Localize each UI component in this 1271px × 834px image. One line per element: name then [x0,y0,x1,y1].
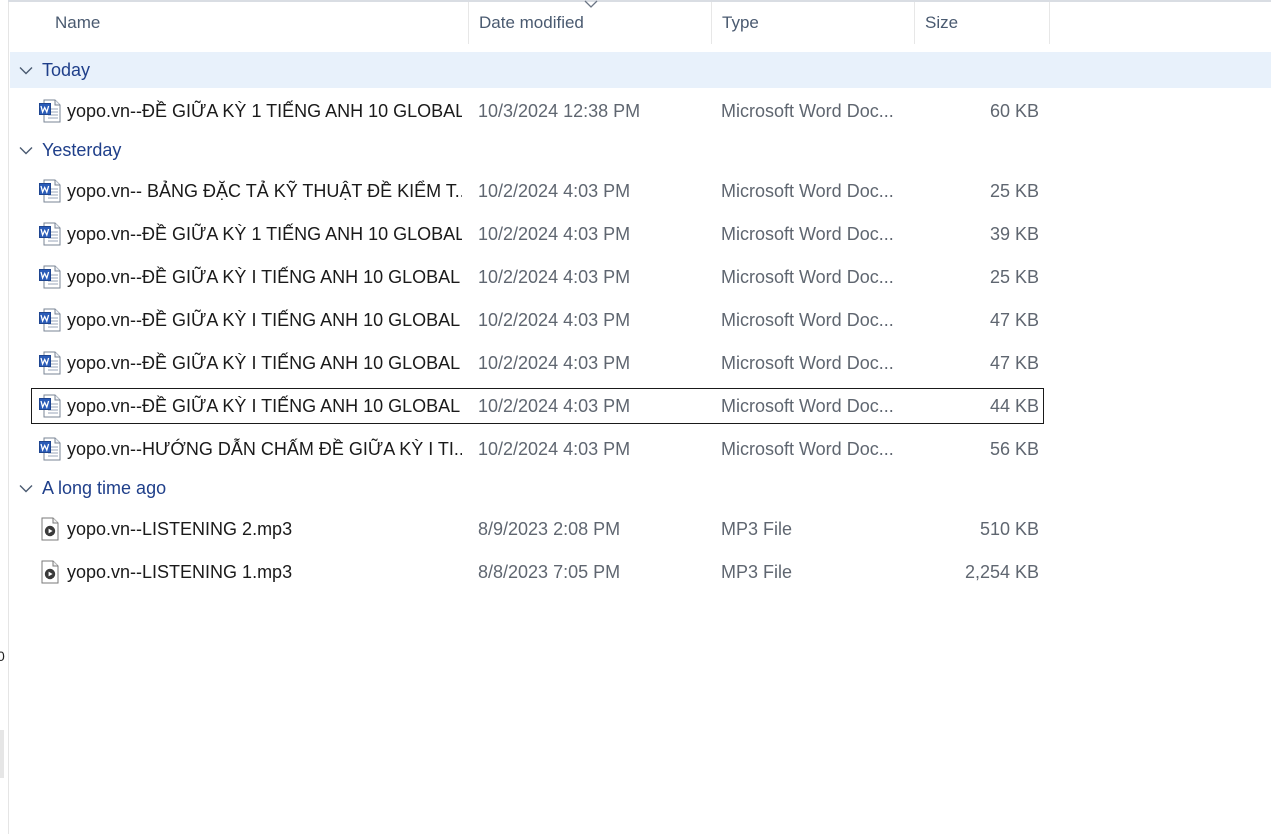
chevron-down-icon[interactable] [18,52,34,88]
file-name: yopo.vn--ĐỀ GIỮA KỲ I TIẾNG ANH 10 GLOBA… [67,267,462,287]
file-size: 60 KB [989,101,1039,121]
file-row[interactable]: yopo.vn--ĐỀ GIỮA KỲ I TIẾNG ANH 10 GLOBA… [31,345,1044,381]
file-size: 39 KB [989,224,1039,244]
file-size: 47 KB [989,310,1039,330]
file-row[interactable]: yopo.vn--ĐỀ GIỮA KỲ I TIẾNG ANH 10 GLOBA… [31,259,1044,295]
column-header-type[interactable]: Type [711,2,914,44]
group-label: Today [42,60,91,80]
file-row[interactable]: yopo.vn--ĐỀ GIỮA KỲ 1 TIẾNG ANH 10 GLOBA… [31,216,1044,252]
file-date-modified: 10/2/2024 4:03 PM [478,267,631,287]
file-name: yopo.vn--ĐỀ GIỮA KỲ 1 TIẾNG ANH 10 GLOBA… [67,101,462,121]
file-size: 25 KB [989,181,1039,201]
word-doc-icon [38,94,62,128]
file-row[interactable]: yopo.vn--ĐỀ GIỮA KỲ I TIẾNG ANH 10 GLOBA… [31,388,1044,424]
group-label: A long time ago [42,478,167,498]
file-date-modified: 10/3/2024 12:38 PM [478,101,641,121]
file-type: Microsoft Word Doc... [721,224,894,244]
group-header[interactable]: A long time ago [10,470,1271,506]
file-type: Microsoft Word Doc... [721,267,894,287]
file-date-modified: 10/2/2024 4:03 PM [478,181,631,201]
word-doc-icon [38,217,62,251]
word-doc-icon [38,303,62,337]
file-type: Microsoft Word Doc... [721,439,894,459]
file-row[interactable]: yopo.vn-- BẢNG ĐẶC TẢ KỸ THUẬT ĐỀ KIỂM T… [31,173,1044,209]
mp3-file-icon [38,555,62,589]
file-type: Microsoft Word Doc... [721,181,894,201]
navigation-pane-edge [0,0,9,834]
file-type: Microsoft Word Doc... [721,396,894,416]
file-row[interactable]: yopo.vn--LISTENING 1.mp3 8/8/2023 7:05 PM… [31,554,1044,590]
file-name: yopo.vn--ĐỀ GIỮA KỲ I TIẾNG ANH 10 GLOBA… [67,353,462,373]
file-date-modified: 8/8/2023 7:05 PM [478,562,621,582]
file-type: Microsoft Word Doc... [721,353,894,373]
file-explorer-details-view: 0 Name Date modified Type Size Today yopo… [0,0,1271,834]
file-name: yopo.vn-- BẢNG ĐẶC TẢ KỸ THUẬT ĐỀ KIỂM T… [67,181,462,201]
file-row[interactable]: yopo.vn--HƯỚNG DẪN CHẤM ĐỀ GIỮA KỲ I TI.… [31,431,1044,467]
file-date-modified: 10/2/2024 4:03 PM [478,310,631,330]
file-size: 25 KB [989,267,1039,287]
group-header[interactable]: Today [10,52,1271,88]
file-date-modified: 10/2/2024 4:03 PM [478,224,631,244]
file-type: MP3 File [721,562,793,582]
file-name: yopo.vn--LISTENING 1.mp3 [67,562,293,582]
file-type: Microsoft Word Doc... [721,310,894,330]
sort-descending-icon[interactable] [584,0,598,10]
file-date-modified: 8/9/2023 2:08 PM [478,519,621,539]
word-doc-icon [38,174,62,208]
mp3-file-icon [38,512,62,546]
navigation-pane-glyph: 0 [0,648,5,664]
file-name: yopo.vn--HƯỚNG DẪN CHẤM ĐỀ GIỮA KỲ I TI.… [67,439,462,459]
file-name: yopo.vn--LISTENING 2.mp3 [67,519,293,539]
file-row[interactable]: yopo.vn--ĐỀ GIỮA KỲ I TIẾNG ANH 10 GLOBA… [31,302,1044,338]
chevron-down-icon[interactable] [18,132,34,168]
file-date-modified: 10/2/2024 4:03 PM [478,353,631,373]
word-doc-icon [38,389,62,423]
file-name: yopo.vn--ĐỀ GIỮA KỲ 1 TIẾNG ANH 10 GLOBA… [67,224,462,244]
file-name: yopo.vn--ĐỀ GIỮA KỲ I TIẾNG ANH 10 GLOBA… [67,396,462,416]
chevron-down-icon[interactable] [18,470,34,506]
file-type: MP3 File [721,519,793,539]
navigation-pane-scrollbar[interactable] [0,730,4,778]
group-label: Yesterday [42,140,122,160]
file-row[interactable]: yopo.vn--ĐỀ GIỮA KỲ 1 TIẾNG ANH 10 GLOBA… [31,93,1044,129]
column-header-name[interactable]: Name [45,2,468,44]
file-date-modified: 10/2/2024 4:03 PM [478,439,631,459]
word-doc-icon [38,432,62,466]
file-size: 56 KB [989,439,1039,459]
column-header-row: Name Date modified Type Size [8,0,1271,44]
file-size: 44 KB [989,396,1039,416]
file-size: 510 KB [979,519,1039,539]
word-doc-icon [38,260,62,294]
column-header-size[interactable]: Size [914,2,1050,44]
file-name: yopo.vn--ĐỀ GIỮA KỲ I TIẾNG ANH 10 GLOBA… [67,310,462,330]
word-doc-icon [38,346,62,380]
file-type: Microsoft Word Doc... [721,101,894,121]
group-header[interactable]: Yesterday [10,132,1271,168]
file-date-modified: 10/2/2024 4:03 PM [478,396,631,416]
file-size: 2,254 KB [964,562,1039,582]
file-size: 47 KB [989,353,1039,373]
file-row[interactable]: yopo.vn--LISTENING 2.mp3 8/9/2023 2:08 PM… [31,511,1044,547]
